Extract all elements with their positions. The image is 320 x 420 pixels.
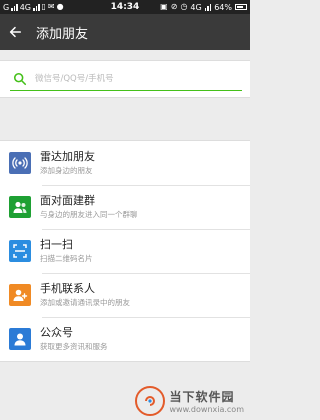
list-item-contacts[interactable]: 手机联系人 添加或邀请通讯录中的朋友 [0,273,250,317]
item-subtitle: 获取更多资讯和服务 [40,342,108,351]
item-title: 面对面建群 [40,194,95,207]
watermark-url: www.downxia.com [169,405,244,414]
item-title: 扫一扫 [40,238,73,251]
item-title: 手机联系人 [40,282,95,295]
item-subtitle: 添加或邀请通讯录中的朋友 [40,298,130,307]
item-subtitle: 与身边的朋友进入同一个群聊 [40,210,138,219]
status-time: 14:34 [110,2,140,12]
radar-icon [9,152,31,174]
scan-icon [9,240,31,262]
item-title: 雷达加朋友 [40,150,95,163]
battery-label: 64% [214,2,232,12]
notification-icon: ▯ [41,2,46,11]
list-item-face-to-face[interactable]: 面对面建群 与身边的朋友进入同一个群聊 [0,185,250,229]
watermark-logo-icon [135,386,166,416]
phone-screen: G 4G ▯ ✉ ● 14:34 ▣ ⊘ ◷ 4G 64% 添加朋友 微信号/Q… [0,0,250,420]
title-bar: 添加朋友 [0,14,250,50]
list-item-radar[interactable]: 雷达加朋友 添加身边的朋友 [0,141,250,185]
contacts-icon [9,284,31,306]
search-icon [13,72,27,85]
alarm-icon: ◷ [180,2,188,11]
add-friend-options: 雷达加朋友 添加身边的朋友 面对面建群 与身边的朋友进入同一个群聊 扫一扫 扫描… [0,140,250,362]
signal-icon [204,3,212,11]
item-subtitle: 扫描二维码名片 [40,254,93,263]
page-title: 添加朋友 [36,26,89,42]
group-icon [9,196,31,218]
qq-icon: ● [56,2,64,11]
message-icon: ✉ [47,2,55,11]
back-button[interactable] [0,14,30,50]
item-title: 公众号 [40,326,73,339]
image-icon: ▣ [160,2,168,11]
mute-icon: ⊘ [170,2,178,11]
status-left: G 4G ▯ ✉ ● [3,3,99,12]
official-account-icon [9,328,31,350]
item-subtitle: 添加身边的朋友 [40,166,93,175]
signal-icon [11,3,18,11]
watermark: 当下软件园 www.downxia.com [135,386,244,416]
battery-icon [235,4,247,10]
arrow-left-icon [9,26,22,38]
network-type-right: 4G [190,2,202,12]
carrier-label: G [3,2,10,12]
search-box [10,67,242,91]
list-item-scan[interactable]: 扫一扫 扫描二维码名片 [0,229,250,273]
status-bar: G 4G ▯ ✉ ● 14:34 ▣ ⊘ ◷ 4G 64% [0,0,250,14]
list-item-official-accounts[interactable]: 公众号 获取更多资讯和服务 [0,317,250,361]
status-right: ▣ ⊘ ◷ 4G 64% [151,3,247,12]
network-type-left: 4G [19,2,31,12]
signal-icon [33,3,40,11]
search-bar [0,60,250,98]
watermark-name: 当下软件园 [169,390,235,404]
search-input[interactable] [35,68,242,89]
